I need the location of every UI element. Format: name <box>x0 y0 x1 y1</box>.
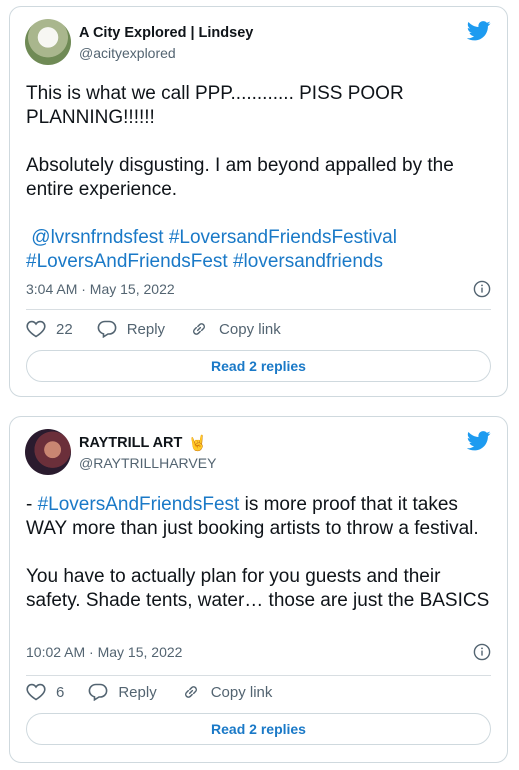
read-replies-button[interactable]: Read 2 replies <box>26 713 491 745</box>
tweet-paragraph: You have to actually plan for you guests… <box>26 566 490 611</box>
reply-button[interactable]: Reply <box>97 320 165 338</box>
like-count: 22 <box>56 320 73 338</box>
timestamp[interactable]: 3:04 AM · May 15, 2022 <box>26 281 175 297</box>
like-button[interactable]: 6 <box>26 683 64 701</box>
tweet-paragraph: - #LoversAndFriendsFest is more proof th… <box>26 493 493 541</box>
info-icon[interactable] <box>473 280 491 298</box>
divider <box>26 675 491 676</box>
hashtag-link[interactable]: #LoversAndFriendsFest <box>38 494 240 515</box>
reply-label: Reply <box>118 683 157 701</box>
author-handle[interactable]: @acityexplored <box>79 45 176 61</box>
copy-link-label: Copy link <box>210 683 273 701</box>
copy-link-label: Copy link <box>219 320 281 338</box>
heart-icon <box>26 320 46 338</box>
timestamp[interactable]: 10:02 AM · May 15, 2022 <box>26 644 182 660</box>
avatar[interactable] <box>25 19 71 65</box>
copy-link-button[interactable]: Copy link <box>189 320 281 338</box>
avatar[interactable] <box>25 429 71 475</box>
text-prefix: - <box>26 494 38 515</box>
twitter-bird-icon[interactable] <box>467 431 491 451</box>
copy-link-icon <box>184 686 197 698</box>
copy-link-icon <box>193 323 206 335</box>
reply-button[interactable]: Reply <box>88 683 157 701</box>
author-name-row: A City Explored | Lindsey <box>79 25 253 41</box>
tweet-card: A City Explored | Lindsey @acityexplored… <box>9 6 508 397</box>
copy-link-button[interactable]: Copy link <box>181 683 273 701</box>
hand-emoji-icon: 🤘 <box>188 434 208 452</box>
read-replies-button[interactable]: Read 2 replies <box>26 350 491 382</box>
hashtag-links[interactable]: #LoversAndFriendsFest #loversandfriends <box>26 250 493 274</box>
tweet-text: This is what we call PPP............ PIS… <box>26 82 493 274</box>
like-button[interactable]: 22 <box>26 320 73 338</box>
hashtag-links[interactable]: @lvrsnfrndsfest #LoversandFriendsFestiva… <box>26 226 493 250</box>
reply-label: Reply <box>126 320 166 338</box>
heart-icon <box>26 683 46 701</box>
tweet-meta: 10:02 AM · May 15, 2022 <box>26 643 491 661</box>
divider <box>26 309 491 310</box>
reply-icon <box>97 320 117 338</box>
like-count: 6 <box>56 683 65 701</box>
author-handle[interactable]: @RAYTRILLHARVEY <box>79 455 216 471</box>
author-name[interactable]: A City Explored | Lindsey <box>79 25 253 41</box>
tweet-paragraph: This is what we call PPP............ PIS… <box>26 83 404 128</box>
reply-icon <box>88 683 108 701</box>
tweet-paragraph: Absolutely disgusting. I am beyond appal… <box>26 155 454 200</box>
info-icon[interactable] <box>473 643 491 661</box>
tweet-meta: 3:04 AM · May 15, 2022 <box>26 280 491 298</box>
author-name[interactable]: RAYTRILL ART <box>79 435 182 451</box>
author-name-row: RAYTRILL ART 🤘 <box>79 435 207 451</box>
tweet-card: RAYTRILL ART 🤘 @RAYTRILLHARVEY - #Lovers… <box>9 416 508 763</box>
tweet-actions: 6 Reply Copy link <box>26 683 296 701</box>
tweet-actions: 22 Reply Copy link <box>26 320 305 338</box>
twitter-bird-icon[interactable] <box>467 21 491 41</box>
tweet-text: - #LoversAndFriendsFest is more proof th… <box>26 493 493 613</box>
